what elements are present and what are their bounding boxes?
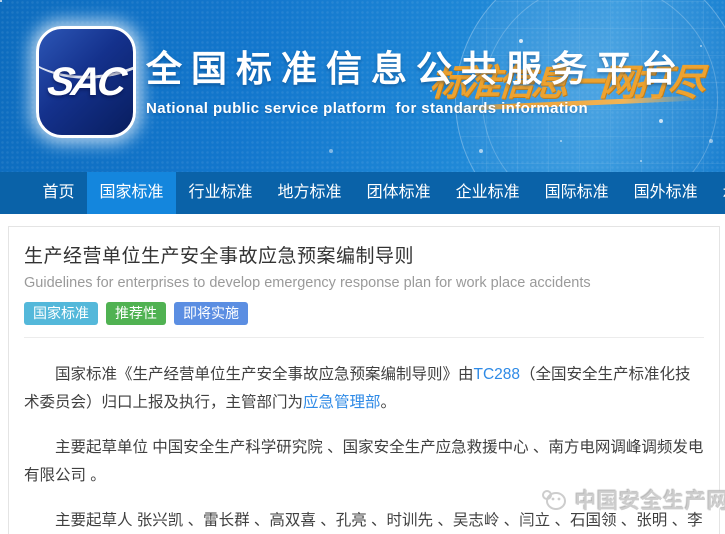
tag-upcoming: 即将实施 [174,302,248,325]
paragraph-drafting-orgs: 主要起草单位 中国安全生产科学研究院 、国家安全生产应急救援中心 、南方电网调峰… [24,434,704,490]
site-title-en: National public service platform for sta… [146,100,686,117]
link-tc288[interactable]: TC288 [474,366,521,383]
tag-national-standard: 国家标准 [24,302,98,325]
cnsafety-logo-icon [540,487,570,513]
main-nav: 首页国家标准行业标准地方标准团体标准企业标准国际标准国外标准示范试点重点工程 [0,172,725,214]
paragraph-committee: 国家标准《生产经营单位生产安全事故应急预案编制导则》由TC288（全国安全生产标… [24,361,704,417]
divider [24,337,704,338]
sac-logo[interactable]: SAC [36,26,136,138]
text-segment: 。 [381,394,397,411]
standard-title-cn: 生产经营单位生产安全事故应急预案编制导则 [24,241,704,268]
sac-logo-text: SAC [45,60,127,105]
nav-item-pilot-demonstration[interactable]: 示范试点 [710,172,725,214]
tag-list: 国家标准推荐性即将实施 [24,302,704,325]
site-header: 标准信息一网打尽 SAC 全国标准信息公共服务平台 National publi… [0,0,725,172]
nav-item-national-standard[interactable]: 国家标准 [87,172,176,214]
watermark-text: 中国安全生产网 [575,485,725,515]
nav-item-enterprise-standard[interactable]: 企业标准 [443,172,532,214]
watermark: 中国安全生产网 [540,485,725,515]
nav-item-group-standard[interactable]: 团体标准 [354,172,443,214]
nav-item-international-standard[interactable]: 国际标准 [532,172,621,214]
nav-item-foreign-standard[interactable]: 国外标准 [621,172,710,214]
link-emergency-ministry[interactable]: 应急管理部 [303,394,381,411]
spark-dots [0,0,2,2]
nav-item-local-standard[interactable]: 地方标准 [265,172,354,214]
nav-item-home[interactable]: 首页 [30,172,87,214]
standard-title-en: Guidelines for enterprises to develop em… [24,275,704,291]
tag-recommended: 推荐性 [106,302,166,325]
site-title-cn: 全国标准信息公共服务平台 [146,40,686,92]
page: 标准信息一网打尽 SAC 全国标准信息公共服务平台 National publi… [0,0,725,534]
text-segment: 国家标准《生产经营单位生产安全事故应急预案编制导则》由 [55,366,474,383]
nav-item-industry-standard[interactable]: 行业标准 [176,172,265,214]
site-titles: 全国标准信息公共服务平台 National public service pla… [146,40,686,117]
